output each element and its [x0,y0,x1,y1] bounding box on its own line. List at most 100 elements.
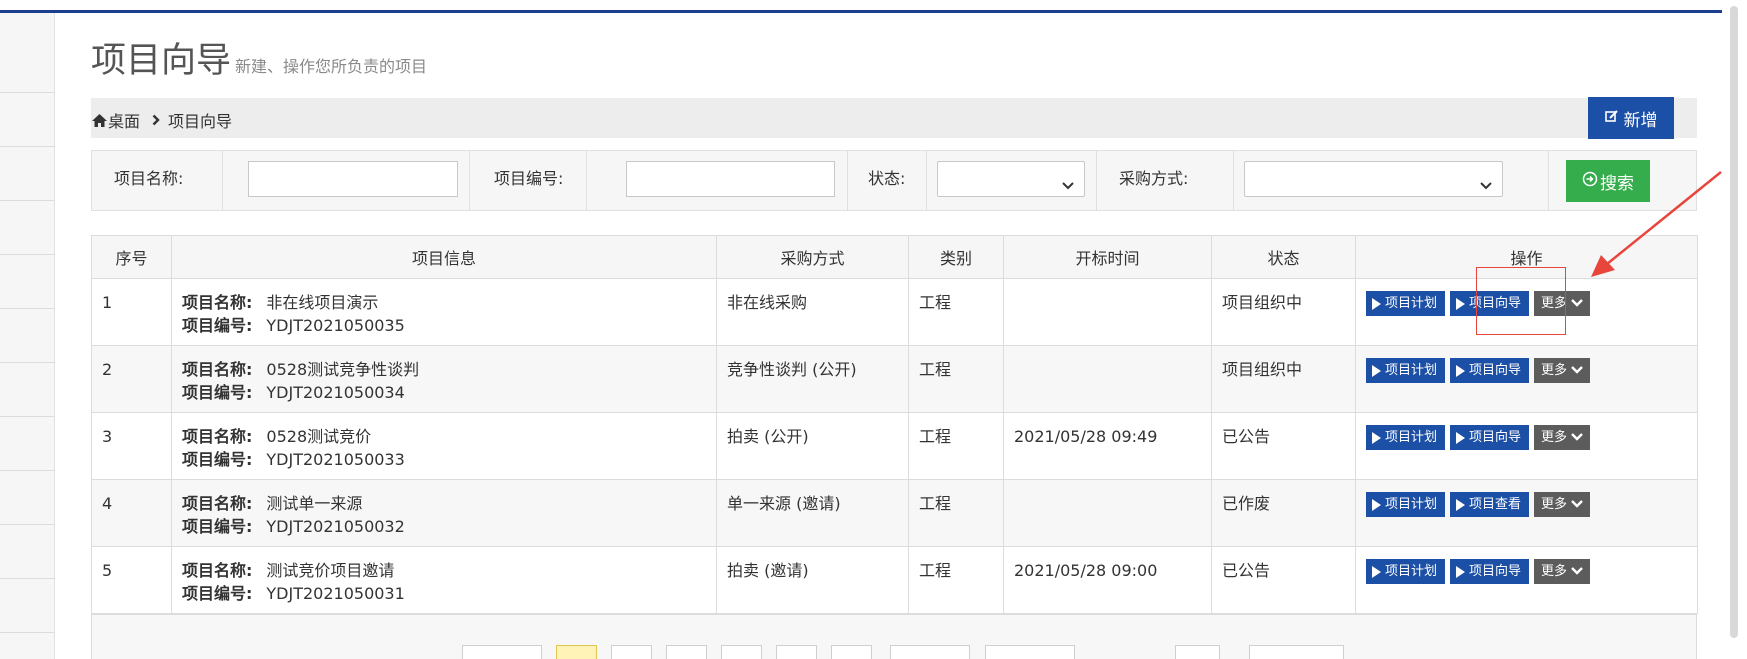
project-name-key: 项目名称: [182,360,253,379]
sidebar-divider [0,524,55,525]
project-guide-button[interactable]: 项目向导 [1450,425,1530,450]
project-code-value: YDJT2021050035 [266,316,405,335]
sidebar-divider [0,200,55,201]
row-status: 项目组织中 [1211,278,1356,346]
row-method: 单一来源 (邀请) [716,479,909,547]
more-dropdown-button[interactable]: 更多 [1534,358,1591,383]
chevron-down-icon [1571,560,1583,583]
purchase-method-select[interactable] [1244,161,1503,197]
project-name-label: 项目名称: [114,169,184,188]
row-actions: 项目计划 项目向导 更多 [1355,546,1698,614]
more-dropdown-button[interactable]: 更多 [1534,425,1591,450]
page-title: 项目向导 [91,41,232,81]
project-plan-button[interactable]: 项目计划 [1366,425,1446,450]
project-plan-button[interactable]: 项目计划 [1366,492,1446,517]
row-info: 项目名称: 测试单一来源 项目编号: YDJT2021050032 [171,479,717,547]
chevron-down-icon [1571,292,1583,315]
project-view-button[interactable]: 项目查看 [1450,492,1530,517]
row-status: 已作废 [1211,479,1356,547]
home-icon [91,113,108,128]
sidebar-divider [0,92,55,93]
breadcrumb-home[interactable]: 桌面 [108,108,140,132]
row-open-time: 2021/05/28 09:00 [1003,546,1212,614]
project-plan-button[interactable]: 项目计划 [1366,559,1446,584]
table-header-row: 序号 项目信息 采购方式 类别 开标时间 状态 操作 [91,235,1698,279]
breadcrumb-current: 项目向导 [168,112,233,131]
search-button[interactable]: 搜索 [1566,160,1650,202]
play-icon [1456,431,1466,444]
breadcrumb-bar: 桌面 项目向导 [91,98,1697,138]
project-code-value: YDJT2021050034 [266,383,405,402]
project-guide-button[interactable]: 项目向导 [1450,559,1530,584]
row-category: 工程 [908,412,1004,480]
project-guide-button[interactable]: 项目向导 [1450,358,1530,383]
table-row: 3 项目名称: 0528测试竞价 项目编号: YDJT2021050033 拍卖 (… [91,412,1698,480]
more-label: 更多 [1541,363,1568,378]
chevron-down-icon [1571,493,1583,516]
project-code-value: YDJT2021050033 [266,450,405,469]
column-header-method: 采购方式 [716,235,909,279]
project-code-input[interactable] [626,161,835,197]
pagination-page[interactable] [721,645,762,659]
project-code-key: 项目编号: [182,450,253,469]
row-actions: 项目计划 项目查看 更多 [1355,479,1698,547]
project-plan-label: 项目计划 [1385,363,1438,378]
more-dropdown-button[interactable]: 更多 [1534,291,1591,316]
page-size-select[interactable] [1249,645,1344,659]
more-dropdown-button[interactable]: 更多 [1534,492,1591,517]
row-open-time [1003,278,1212,346]
project-name-value: 非在线项目演示 [266,293,379,312]
pagination-page[interactable] [831,645,872,659]
project-name-key: 项目名称: [182,494,253,513]
top-accent-line [0,10,1722,13]
project-code-key: 项目编号: [182,316,253,335]
row-method: 竞争性谈判 (公开) [716,345,909,413]
more-dropdown-button[interactable]: 更多 [1534,559,1591,584]
project-guide-button[interactable]: 项目向导 [1450,291,1530,316]
chevron-down-icon [1571,426,1583,449]
project-name-line: 项目名称: 测试竞价项目邀请 [182,559,706,582]
status-select[interactable] [937,161,1085,197]
project-plan-button[interactable]: 项目计划 [1366,358,1446,383]
breadcrumb: 桌面 项目向导 [91,108,232,132]
column-header-actions: 操作 [1355,235,1698,279]
more-label: 更多 [1541,497,1568,512]
table-row: 1 项目名称: 非在线项目演示 项目编号: YDJT2021050035 非在线采购… [91,278,1698,346]
sidebar-divider [0,308,55,309]
purchase-method-label: 采购方式: [1119,169,1189,188]
row-actions: 项目计划 项目向导 更多 [1355,345,1698,413]
pagination-area [91,614,1697,659]
pagination-first[interactable] [462,645,542,659]
more-label: 更多 [1541,564,1568,579]
project-guide-label: 项目向导 [1469,564,1522,579]
search-divider [469,151,470,210]
pagination-page[interactable] [776,645,817,659]
project-plan-button[interactable]: 项目计划 [1366,291,1446,316]
pagination-page[interactable] [611,645,652,659]
table-row: 5 项目名称: 测试竞价项目邀请 项目编号: YDJT2021050031 拍卖 (… [91,546,1698,614]
search-divider [1233,151,1234,210]
play-icon [1456,498,1466,511]
edit-icon [1604,108,1619,128]
search-divider [926,151,927,210]
chevron-down-icon [1062,175,1074,194]
row-open-time [1003,345,1212,413]
row-info: 项目名称: 测试竞价项目邀请 项目编号: YDJT2021050031 [171,546,717,614]
chevron-down-icon [1480,175,1492,194]
pagination-last[interactable] [985,645,1075,659]
project-name-line: 项目名称: 0528测试竞争性谈判 [182,358,706,381]
pagination-page[interactable] [666,645,707,659]
pagination-next[interactable] [890,645,970,659]
row-category: 工程 [908,345,1004,413]
project-table: 序号 项目信息 采购方式 类别 开标时间 状态 操作 1 项目名称: 非在线项目演… [91,235,1698,614]
play-icon [1372,565,1381,578]
project-name-input[interactable] [248,161,458,197]
project-code-key: 项目编号: [182,584,253,603]
sidebar-divider [0,254,55,255]
scrollbar-thumb[interactable] [1730,6,1738,638]
page-jump-input[interactable] [1175,645,1220,659]
row-info: 项目名称: 0528测试竞价 项目编号: YDJT2021050033 [171,412,717,480]
add-button[interactable]: 新增 [1588,97,1674,139]
page-subtitle: 新建、操作您所负责的项目 [235,57,428,76]
pagination-page-current[interactable] [556,645,597,659]
